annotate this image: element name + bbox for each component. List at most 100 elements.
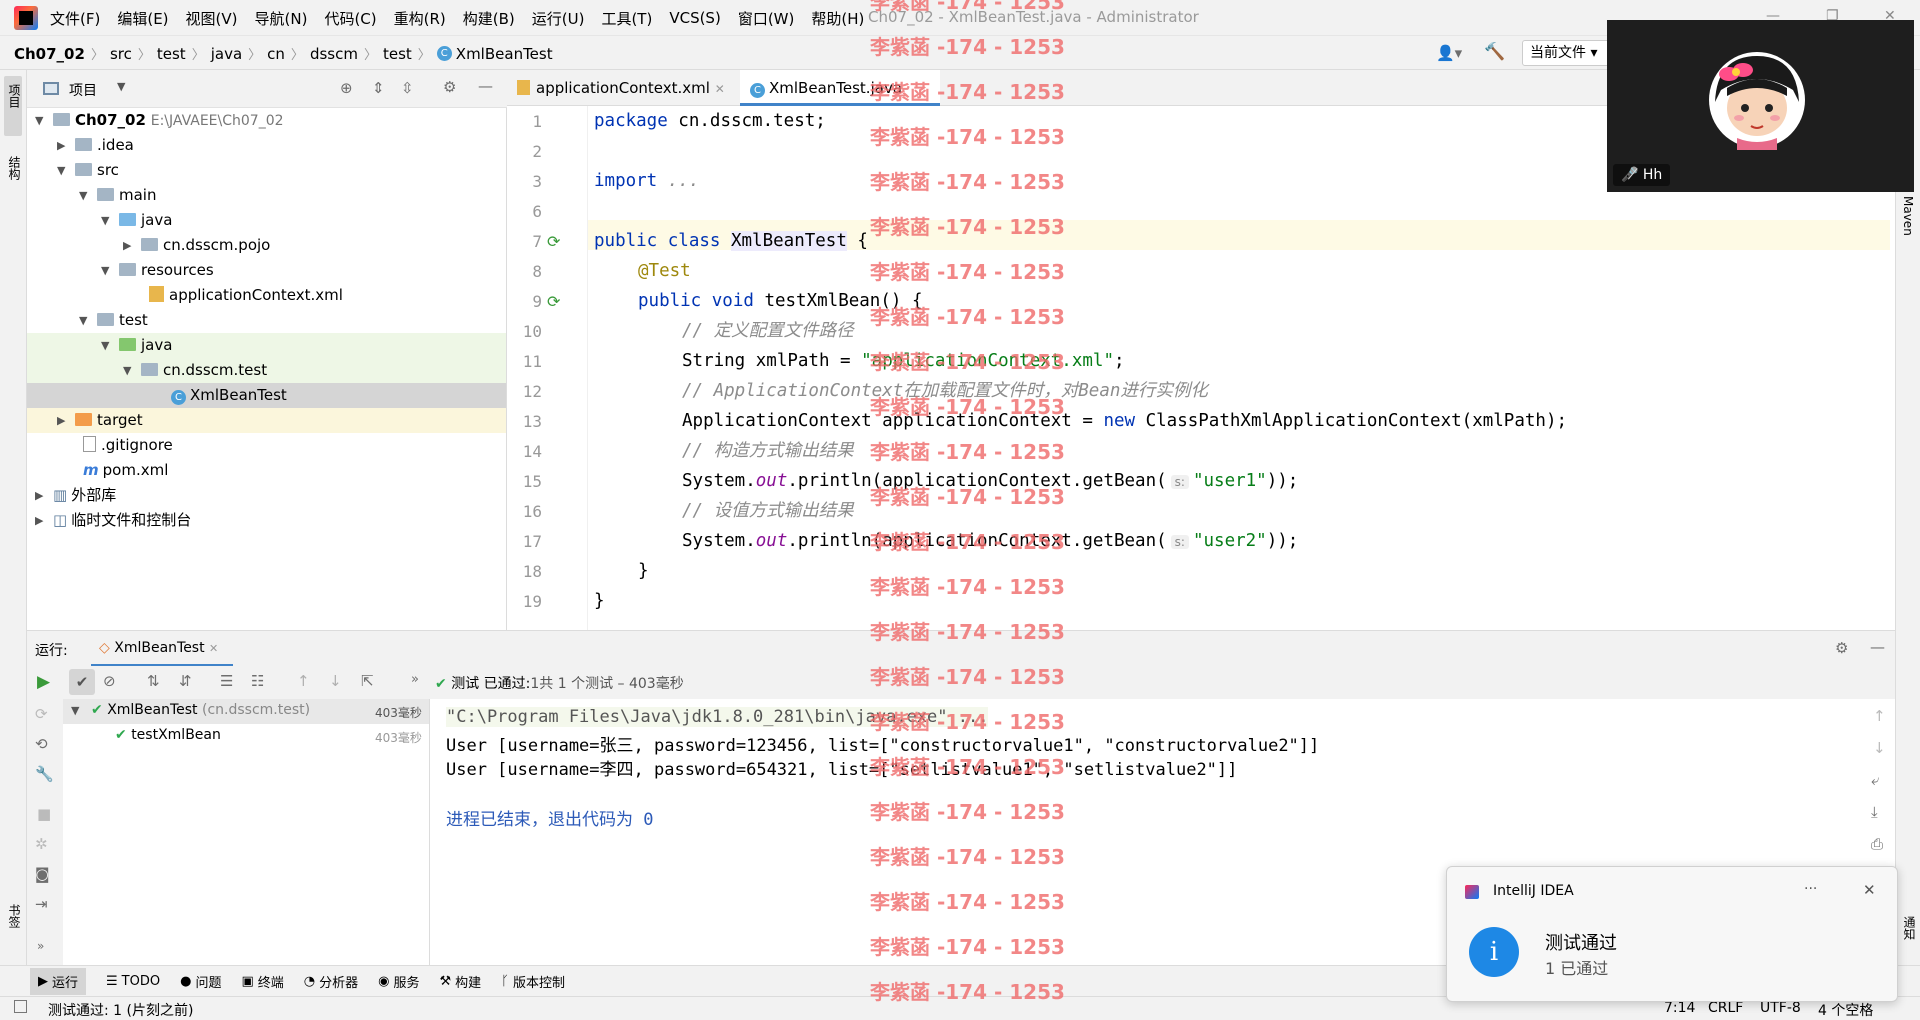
menu-item[interactable]: 帮助(H) xyxy=(811,8,864,29)
tree-item-project-root[interactable]: ▼ Ch07_02 E:\JAVAEE\Ch07_02 xyxy=(27,108,506,133)
run-test-gutter-icon[interactable]: ⟳ xyxy=(547,292,560,311)
tree-item-idea[interactable]: ▶ .idea xyxy=(27,133,506,158)
gear-icon[interactable]: ⚙ xyxy=(443,78,456,96)
collapse-all-icon[interactable]: ⇳ xyxy=(401,79,414,97)
user-icon[interactable]: 👤▾ xyxy=(1436,44,1462,62)
breadcrumb-item[interactable]: Ch07_02 xyxy=(14,45,85,63)
test-case-row[interactable]: ✔ testXmlBean 403毫秒 xyxy=(63,724,429,749)
breadcrumb-item[interactable]: test xyxy=(157,45,186,63)
breadcrumb-item[interactable]: src xyxy=(110,45,132,63)
hide-panel-icon[interactable]: — xyxy=(1870,638,1885,656)
tool-tab-profiler[interactable]: ◔ 分析器 xyxy=(304,972,358,991)
status-message[interactable]: 测试通过: 1 (片刻之前) xyxy=(48,1000,193,1020)
toggle-auto-test-icon[interactable]: ⟲ xyxy=(35,735,48,753)
rerun-icon[interactable]: ▶ xyxy=(37,672,50,692)
menu-item[interactable]: 运行(U) xyxy=(532,8,585,29)
close-notification-icon[interactable]: ✕ xyxy=(1863,881,1876,899)
up-arrow-icon[interactable]: ↑ xyxy=(1873,707,1886,725)
breadcrumb-item[interactable]: java xyxy=(211,45,242,63)
file-encoding[interactable]: UTF-8 xyxy=(1760,1000,1801,1016)
bookmarks-tool-label[interactable]: 书签 xyxy=(6,904,23,928)
show-ignored-icon[interactable]: ⊘ xyxy=(103,672,116,690)
tool-tab-terminal[interactable]: ▣ 终端 xyxy=(241,972,283,991)
tree-item-gitignore[interactable]: .gitignore xyxy=(27,433,506,458)
indent-setting[interactable]: 4 个空格 xyxy=(1818,1000,1873,1020)
locate-icon[interactable]: ⊕ xyxy=(340,79,353,97)
gear-icon[interactable]: ⚙ xyxy=(1835,639,1848,657)
maven-tool-label[interactable]: Maven xyxy=(1901,196,1915,236)
collapse-all-icon[interactable]: ☷ xyxy=(251,672,264,690)
run-config-select[interactable]: 当前文件 ▾ xyxy=(1522,40,1612,66)
import-tests-icon[interactable]: ⇱ xyxy=(361,672,374,690)
breadcrumb-item[interactable]: XmlBeanTest xyxy=(456,45,553,63)
more-icon[interactable]: » xyxy=(37,939,44,953)
tree-item-xmlbeantest[interactable]: C XmlBeanTest xyxy=(27,383,506,408)
close-tab-icon[interactable]: ✕ xyxy=(715,82,725,96)
tool-tab-run[interactable]: ▶ 运行 xyxy=(30,967,87,995)
tree-item-external-libraries[interactable]: ▶ ▥ 外部库 xyxy=(27,483,506,508)
breadcrumb-item[interactable]: dsscm xyxy=(310,45,358,63)
tree-item-pojo-package[interactable]: ▶ cn.dsscm.pojo xyxy=(27,233,506,258)
tree-item-pom[interactable]: m pom.xml xyxy=(27,458,506,483)
tree-item-src[interactable]: ▼ src xyxy=(27,158,506,183)
menu-item[interactable]: 文件(F) xyxy=(50,8,100,29)
hide-panel-icon[interactable]: — xyxy=(478,77,493,95)
wrench-icon[interactable]: 🔧 xyxy=(35,765,54,783)
chevron-down-icon[interactable]: ▼ xyxy=(117,80,125,93)
menu-item[interactable]: 窗口(W) xyxy=(738,8,795,29)
tool-tab-services[interactable]: ◉ 服务 xyxy=(378,972,419,991)
menu-item[interactable]: 编辑(E) xyxy=(117,8,168,29)
rerun-failed-icon[interactable]: ⟳ xyxy=(35,705,48,723)
breadcrumb-item[interactable]: test xyxy=(383,45,412,63)
stop-icon[interactable]: ■ xyxy=(37,805,51,823)
menu-item[interactable]: 工具(T) xyxy=(601,8,652,29)
tree-item-scratches[interactable]: ▶ ◫ 临时文件和控制台 xyxy=(27,508,506,533)
menu-item[interactable]: 视图(V) xyxy=(186,8,238,29)
soft-wrap-icon[interactable]: ⤶ xyxy=(1871,771,1879,789)
exit-icon[interactable]: ⇥ xyxy=(35,895,48,913)
prev-failed-icon[interactable]: ↑ xyxy=(297,672,310,690)
show-passed-icon[interactable]: ✔ xyxy=(69,669,95,695)
line-separator[interactable]: CRLF xyxy=(1708,1000,1743,1016)
tree-item-resources[interactable]: ▼ resources xyxy=(27,258,506,283)
down-arrow-icon[interactable]: ↓ xyxy=(1873,739,1886,757)
project-panel-title[interactable]: 项目 xyxy=(69,80,97,100)
more-icon[interactable]: » xyxy=(411,672,419,687)
menu-item[interactable]: 构建(B) xyxy=(463,8,515,29)
tree-item-target[interactable]: ▶ target xyxy=(27,408,506,433)
tree-item-test[interactable]: ▼ test xyxy=(27,308,506,333)
more-options-icon[interactable]: ··· xyxy=(1804,881,1817,897)
test-suite-row[interactable]: ▼ ✔ XmlBeanTest (cn.dsscm.test) 403毫秒 xyxy=(63,699,429,724)
tool-tab-todo[interactable]: ☰ TODO xyxy=(106,974,160,989)
tab-application-context-xml[interactable]: applicationContext.xml ✕ xyxy=(507,70,737,106)
run-test-gutter-icon[interactable]: ⟳ xyxy=(547,232,560,251)
camera-icon[interactable]: ◙ xyxy=(35,865,50,883)
tree-item-main-java[interactable]: ▼ java xyxy=(27,208,506,233)
tree-item-test-java[interactable]: ▼ java xyxy=(27,333,506,358)
menu-item[interactable]: 代码(C) xyxy=(324,8,376,29)
sort-duration-icon[interactable]: ⇵ xyxy=(179,672,192,690)
debug-icon[interactable]: ✲ xyxy=(35,835,48,853)
tool-tab-build[interactable]: ⚒ 构建 xyxy=(439,972,481,991)
expand-all-icon[interactable]: ☰ xyxy=(220,672,233,690)
sort-alpha-icon[interactable]: ⇅ xyxy=(147,672,160,690)
structure-tool-label[interactable]: 结构 xyxy=(6,156,23,180)
next-failed-icon[interactable]: ↓ xyxy=(329,672,342,690)
tool-tab-problems[interactable]: ● 问题 xyxy=(180,972,221,991)
menu-item[interactable]: VCS(S) xyxy=(669,9,720,27)
print-icon[interactable]: ⎙ xyxy=(1871,835,1883,853)
tree-item-test-package[interactable]: ▼ cn.dsscm.test xyxy=(27,358,506,383)
toggle-panels-icon[interactable] xyxy=(14,1000,27,1013)
menu-item[interactable]: 重构(R) xyxy=(394,8,446,29)
tree-item-application-context[interactable]: applicationContext.xml xyxy=(27,283,506,308)
scroll-to-end-icon[interactable]: ⤓ xyxy=(1871,803,1878,821)
tree-item-main[interactable]: ▼ main xyxy=(27,183,506,208)
run-tab-xmlbeantest[interactable]: ◇ XmlBeanTest ✕ xyxy=(91,631,233,667)
build-hammer-icon[interactable]: 🔨 xyxy=(1484,42,1505,62)
tool-tab-vcs[interactable]: ᚴ 版本控制 xyxy=(501,972,565,991)
close-tab-icon[interactable]: ✕ xyxy=(209,642,218,655)
breadcrumb-item[interactable]: cn xyxy=(267,45,285,63)
caret-position[interactable]: 7:14 xyxy=(1664,1000,1695,1016)
expand-all-icon[interactable]: ⇕ xyxy=(372,79,385,97)
notifications-tool-label[interactable]: 通知 xyxy=(1901,916,1918,940)
